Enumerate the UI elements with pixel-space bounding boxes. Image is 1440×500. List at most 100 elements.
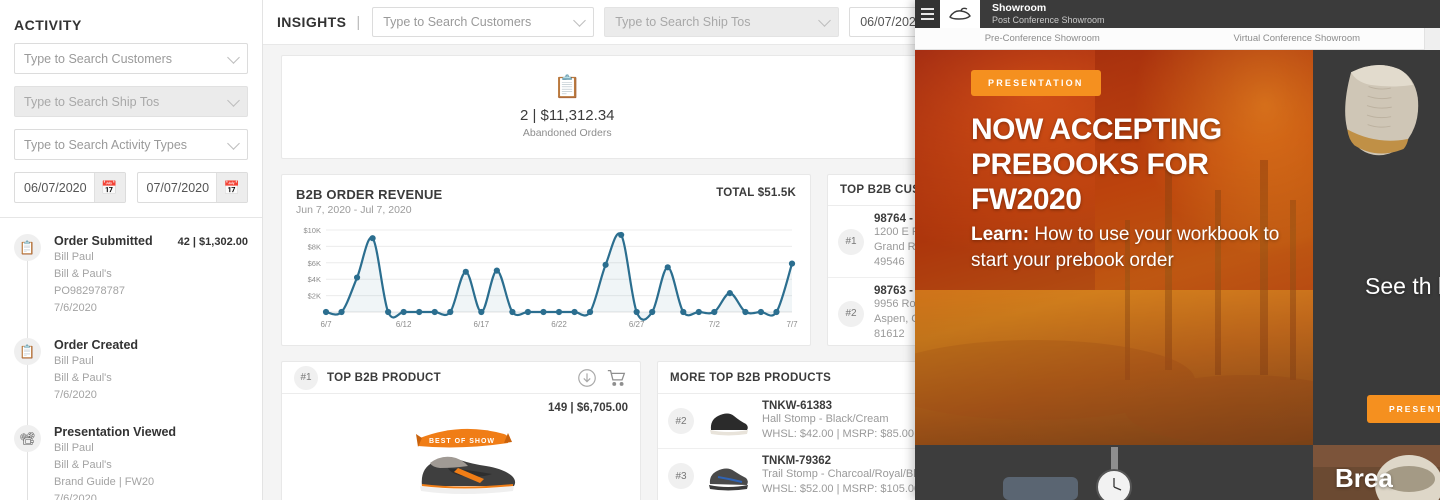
sidebar-date-range: 06/07/2020 📅 07/07/2020 📅 [14,172,248,203]
cart-icon[interactable] [606,367,628,389]
chart-plot-area: $10K$8K$6K$4K$2K6/76/126/176/226/277/27/… [296,224,796,334]
product-description: Trail Stomp - Charcoal/Royal/Black [762,467,933,482]
svg-text:7/2: 7/2 [709,320,721,329]
clipboard-icon: 📋 [14,338,41,365]
top-b2b-product-panel: #1 TOP B2B PRODUCT 14 [281,361,641,500]
insights-customer-placeholder: Type to Search Customers [383,15,531,29]
overlay-title: Showroom [992,2,1105,14]
chart-subtitle: Jun 7, 2020 - Jul 7, 2020 [296,204,442,216]
overlay-subtitle: Post Conference Showroom [992,14,1105,26]
sidebar-activity-type-select[interactable]: Type to Search Activity Types [14,129,248,160]
top-product-stats: 149 | $6,705.00 [282,394,640,414]
presentation-badge: PRESENTATION [971,70,1101,96]
product-price: WHSL: $52.00 | MSRP: $105.00 [762,482,933,497]
hamburger-menu-icon[interactable] [915,0,940,28]
activity-title: Presentation Viewed [54,425,176,439]
overlay-topbar: Showroom Post Conference Showroom [915,0,1440,28]
tab-pre-conference-showroom[interactable]: Pre-Conference Showroom [915,33,1170,44]
activity-line: Bill Paul [54,440,248,456]
showroom-overlay-window: Showroom Post Conference Showroom Pre-Co… [915,0,1440,500]
activity-line: Bill & Paul's [54,370,248,386]
kpi-label: Abandoned Orders [282,127,853,139]
sidebar-date-from-value: 06/07/2020 [15,173,94,202]
chevron-down-icon [818,14,831,27]
chevron-down-icon [227,94,240,107]
activity-sidebar: ACTIVITY Type to Search Customers Type t… [0,0,263,500]
product-price: WHSL: $42.00 | MSRP: $85.00 [762,427,914,442]
sidebar-activity-type-placeholder: Type to Search Activity Types [24,138,187,152]
side-card-button[interactable]: PRESENTATIO [1367,395,1440,423]
chevron-down-icon [227,137,240,150]
svg-text:7/7: 7/7 [786,320,798,329]
desk-flatlay-photo [915,445,1313,500]
calendar-icon[interactable]: 📅 [94,173,125,202]
list-item[interactable]: 📋 Order Created Bill Paul Bill & Paul's … [14,338,248,425]
b2b-order-revenue-chart: B2B ORDER REVENUE Jun 7, 2020 - Jul 7, 2… [281,174,811,346]
insights-separator: | [356,14,360,31]
activity-title: Order Submitted [54,234,153,248]
download-icon[interactable] [576,367,598,389]
overlay-tabs-scrollbar[interactable] [1424,28,1440,50]
brand-logo-icon[interactable] [940,0,980,28]
activity-line: 7/6/2020 [54,387,248,403]
list-item[interactable]: 📽 Presentation Viewed Bill Paul Bill & P… [14,425,248,500]
top-product-title: TOP B2B PRODUCT [327,372,568,384]
sidebar-date-to[interactable]: 07/07/2020 📅 [137,172,249,203]
chevron-down-icon [227,51,240,64]
rank-badge: #3 [668,463,694,489]
bottom-left-card[interactable] [915,445,1313,500]
svg-text:$2K: $2K [308,292,321,301]
sidebar-shipto-placeholder: Type to Search Ship Tos [24,95,159,109]
hero-presentation-card[interactable]: PRESENTATION NOW ACCEPTING PREBOOKS FOR … [915,50,1313,445]
svg-text:6/7: 6/7 [320,320,332,329]
side-presentation-card[interactable]: See th key p and l PRESENTATIO [1313,50,1440,445]
activity-line: Brand Guide | FW20 [54,474,248,490]
side-card-text-plain: See th [1365,273,1432,299]
svg-text:6/12: 6/12 [396,320,412,329]
product-thumbnail [704,459,752,493]
product-sku: TNKM-79362 [762,455,933,467]
rank-badge: #1 [838,229,864,255]
activity-line: PO982978787 [54,283,248,299]
svg-text:$8K: $8K [308,242,321,251]
bottom-card-text: Brea [1335,463,1393,494]
sidebar-customer-select[interactable]: Type to Search Customers [14,43,248,74]
top-product-image: BEST OF SHOW [282,416,640,498]
product-thumbnail [704,404,752,438]
svg-text:6/17: 6/17 [474,320,490,329]
sidebar-title: ACTIVITY [0,0,262,43]
sidebar-date-from[interactable]: 06/07/2020 📅 [14,172,126,203]
list-item[interactable]: 📋 Order Submitted 42 | $1,302.00 Bill Pa… [14,234,248,338]
overlay-content: PRESENTATION NOW ACCEPTING PREBOOKS FOR … [915,50,1440,500]
chart-title: B2B ORDER REVENUE [296,187,442,202]
sidebar-shipto-select[interactable]: Type to Search Ship Tos [14,86,248,117]
insights-customer-select[interactable]: Type to Search Customers [372,7,594,37]
product-description: Hall Stomp - Black/Cream [762,412,914,427]
kpi-abandoned-orders: 📋 2 | $11,312.34 Abandoned Orders [282,76,853,139]
overlay-tabs: Pre-Conference Showroom Virtual Conferen… [915,28,1440,50]
clipboard-icon: 📋 [14,234,41,261]
insights-label: INSIGHTS [275,14,356,30]
hero-subtext: Learn: How to use your workbook to start… [971,222,1283,274]
activity-amount: 42 | $1,302.00 [178,236,248,248]
svg-text:$6K: $6K [308,259,321,268]
svg-text:6/22: 6/22 [551,320,567,329]
sidebar-date-to-value: 07/07/2020 [138,173,217,202]
insights-shipto-select[interactable]: Type to Search Ship Tos [604,7,839,37]
activity-line: Bill & Paul's [54,266,248,282]
bottom-right-card[interactable]: Brea [1313,445,1440,500]
rank-badge: #2 [838,301,864,327]
hero-subtext-bold: Learn: [971,224,1029,245]
activity-line: 7/6/2020 [54,300,248,316]
tab-virtual-conference-showroom[interactable]: Virtual Conference Showroom [1170,33,1425,44]
kpi-value: 2 | $11,312.34 [282,107,853,124]
svg-text:$4K: $4K [308,275,321,284]
hero-headline: NOW ACCEPTING PREBOOKS FOR FW2020 [971,112,1295,217]
chart-svg: $10K$8K$6K$4K$2K6/76/126/176/226/277/27/… [296,224,798,332]
rank-badge: #2 [668,408,694,434]
activity-title: Order Created [54,338,138,352]
sneaker-photo [1313,50,1440,175]
product-sku: TNKW-61383 [762,400,914,412]
calendar-icon[interactable]: 📅 [216,173,247,202]
chevron-down-icon [573,14,586,27]
